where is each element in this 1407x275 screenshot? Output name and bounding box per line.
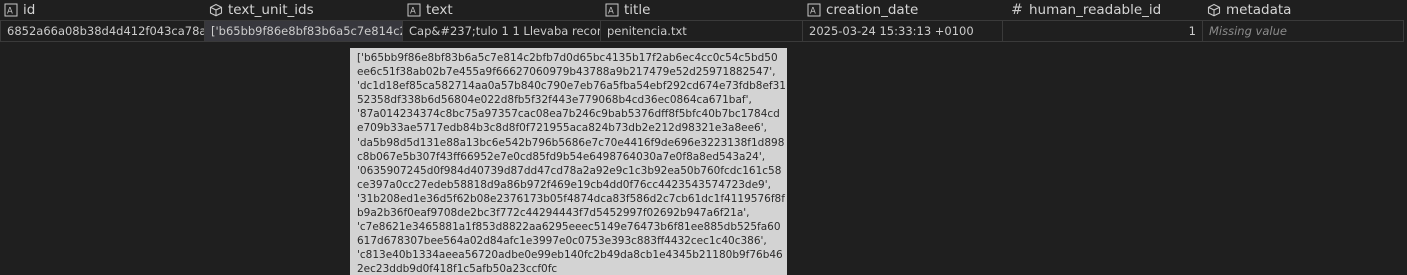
column-header-creation-date[interactable]: A creation_date — [803, 0, 1002, 20]
cell-human-readable-id[interactable]: 1 — [1003, 20, 1203, 42]
cell-metadata[interactable]: Missing value — [1203, 20, 1404, 42]
table-row[interactable]: 6852a66a08b38d4d412f043ca78ada ['b65bb9f… — [0, 20, 1407, 42]
tooltip-line: 617d678307bee564a02d84afc1e3997e0c0753e3… — [357, 235, 767, 248]
tooltip-line: ce397a0cc27edeb58818d9a86b972f469e19cb4d… — [357, 178, 771, 191]
table-header: A id text_unit_ids A text A title A crea… — [0, 0, 1407, 20]
column-header-text-unit-ids[interactable]: text_unit_ids — [205, 0, 403, 20]
cell-text[interactable]: Cap&#237;tulo 1 1 Llevaba recorrido — [403, 20, 601, 42]
column-header-label: title — [624, 2, 651, 18]
cube-icon — [1207, 3, 1221, 17]
column-header-label: text — [426, 2, 453, 18]
column-header-id[interactable]: A id — [0, 0, 205, 20]
text-type-icon: A — [807, 3, 821, 17]
column-header-label: id — [23, 2, 36, 18]
cell-title[interactable]: penitencia.txt — [601, 20, 803, 42]
tooltip-line: 'c7e8621e3465881a1f853d8822aa6295eeec514… — [357, 221, 781, 234]
cube-icon — [209, 3, 223, 17]
tooltip-line: c8b067e5b307f43ff66952e7e0cd85fd9b54e649… — [357, 150, 766, 163]
tooltip-line: ['b65bb9f86e8bf83b6a5c7e814c2bfb7d0d65bc… — [357, 52, 778, 64]
svg-text:A: A — [410, 7, 416, 17]
column-header-human-readable-id[interactable]: # human_readable_id — [1006, 0, 1203, 20]
svg-text:A: A — [7, 7, 13, 17]
text-type-icon: A — [605, 3, 619, 17]
cell-text-unit-ids[interactable]: ['b65bb9f86e8bf83b6a5c7e814c2bfb — [205, 20, 403, 42]
column-header-title[interactable]: A title — [601, 0, 803, 20]
text-type-icon: A — [4, 3, 18, 17]
number-type-icon: # — [1011, 2, 1023, 18]
column-header-label: human_readable_id — [1029, 2, 1162, 18]
svg-text:A: A — [810, 7, 816, 17]
tooltip-line: '31b208ed1e36d5f62b08e2376173b05f4874dca… — [357, 192, 785, 205]
tooltip-line: e709b33ae5717edb84b3c8d8f0f721955aca824b… — [357, 122, 767, 135]
tooltip-line: 52358df338b6d56804e022d8fb5f32f443e77906… — [357, 94, 752, 107]
tooltip-line: '0635907245d0f984d40739d87dd47cd78a2a92e… — [357, 164, 782, 177]
column-header-label: creation_date — [826, 2, 919, 18]
column-header-metadata[interactable]: metadata — [1203, 0, 1404, 20]
svg-text:A: A — [608, 7, 614, 17]
cell-id[interactable]: 6852a66a08b38d4d412f043ca78ada — [0, 20, 205, 42]
tooltip-line: 'c813e40b1334aeea56720adbe0e99eb140fc2b4… — [357, 249, 783, 262]
tooltip-line: 'da5b98d5d131e88a13bc6e542b796b5686e7c70… — [357, 136, 785, 149]
text-type-icon: A — [407, 3, 421, 17]
column-header-label: metadata — [1226, 2, 1292, 18]
tooltip-line: 2ec23ddb9d0f418f1c5afb50a23ccf0fc — [357, 263, 558, 275]
column-header-label: text_unit_ids — [228, 2, 314, 18]
tooltip-line: ee6c51f38ab02b7e455a9f66627060979b43788a… — [357, 66, 776, 79]
column-header-text[interactable]: A text — [403, 0, 601, 20]
tooltip-line: b9a2b36f0eaf9708de2bc3f772c44294443f7d54… — [357, 207, 750, 220]
tooltip-line: 'dc1d18ef85ca582714aa0a57b840c790e7eb76a… — [357, 80, 786, 93]
cell-creation-date[interactable]: 2025-03-24 15:33:13 +0100 — [803, 20, 1003, 42]
tooltip-line: '87a014234374c8bc75a97357cac08ea7b246c9b… — [357, 108, 780, 121]
cell-value-tooltip: ['b65bb9f86e8bf83b6a5c7e814c2bfb7d0d65bc… — [350, 48, 787, 275]
